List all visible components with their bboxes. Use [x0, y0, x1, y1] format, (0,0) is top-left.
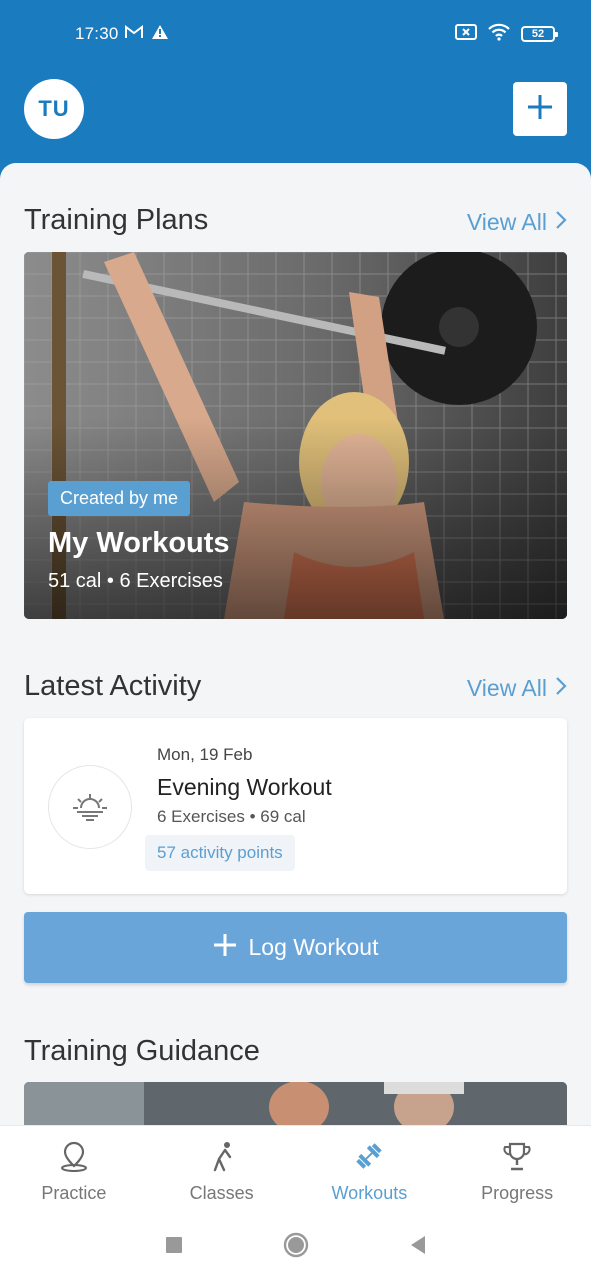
- training-plans-title: Training Plans: [24, 204, 209, 236]
- nav-progress-label: Progress: [481, 1183, 554, 1203]
- nav-practice[interactable]: Practice: [0, 1126, 148, 1215]
- view-all-label: View All: [466, 675, 547, 701]
- bottom-navigation: Practice Classes Workouts Progress: [0, 1125, 591, 1215]
- workout-photo: [24, 252, 567, 619]
- nav-workouts[interactable]: Workouts: [296, 1126, 444, 1215]
- nav-progress[interactable]: Progress: [443, 1126, 591, 1215]
- dumbbell-icon: [353, 1140, 385, 1177]
- nav-classes[interactable]: Classes: [148, 1126, 296, 1215]
- system-navigation-bar: [0, 1215, 591, 1280]
- plan-subtitle: 51 cal • 6 Exercises: [48, 570, 223, 592]
- activity-date: Mon, 19 Feb: [157, 745, 253, 764]
- latest-activity-title: Latest Activity: [24, 670, 202, 702]
- activity-meta: 6 Exercises • 69 cal: [157, 807, 306, 826]
- view-all-label: View All: [466, 209, 547, 235]
- nav-classes-label: Classes: [189, 1183, 254, 1203]
- latest-activity-view-all[interactable]: View All: [467, 675, 567, 702]
- training-plan-card[interactable]: Created by me My Workouts 51 cal • 6 Exe…: [24, 252, 567, 619]
- activity-title: Evening Workout: [157, 774, 332, 800]
- back-triangle-icon[interactable]: [409, 1235, 427, 1260]
- activity-points-badge: 57 activity points: [145, 835, 295, 871]
- sunset-icon: [48, 765, 132, 849]
- created-by-me-badge: Created by me: [48, 481, 191, 516]
- gmail-icon: [124, 24, 143, 44]
- nav-workouts-label: Workouts: [331, 1183, 408, 1203]
- location-pin-icon: [58, 1140, 90, 1177]
- training-plans-view-all[interactable]: View All: [467, 209, 567, 236]
- sim-off-icon: [455, 23, 477, 45]
- training-guidance-title: Training Guidance: [24, 1035, 260, 1067]
- status-bar: 17:30 52: [75, 20, 558, 48]
- plan-title: My Workouts: [48, 527, 230, 559]
- avatar[interactable]: TU: [24, 79, 84, 139]
- battery-indicator: 52: [521, 26, 558, 42]
- plus-icon: [213, 933, 237, 963]
- add-button[interactable]: [513, 82, 567, 136]
- activity-card[interactable]: Mon, 19 Feb Evening Workout 6 Exercises …: [24, 718, 567, 894]
- trophy-icon: [501, 1140, 533, 1177]
- wifi-icon: [487, 23, 511, 46]
- plus-icon: [527, 94, 553, 125]
- chevron-right-icon: [555, 209, 567, 236]
- nav-practice-label: Practice: [41, 1183, 107, 1203]
- stretch-person-icon: [206, 1140, 238, 1177]
- home-circle-icon[interactable]: [283, 1232, 309, 1263]
- warning-icon: [151, 24, 169, 45]
- log-workout-button[interactable]: Log Workout: [24, 912, 567, 983]
- status-time: 17:30: [75, 24, 119, 43]
- top-app-bar: 17:30 52 TU: [0, 0, 591, 180]
- recents-square-icon[interactable]: [165, 1236, 183, 1259]
- log-workout-label: Log Workout: [248, 934, 379, 960]
- chevron-right-icon: [555, 675, 567, 702]
